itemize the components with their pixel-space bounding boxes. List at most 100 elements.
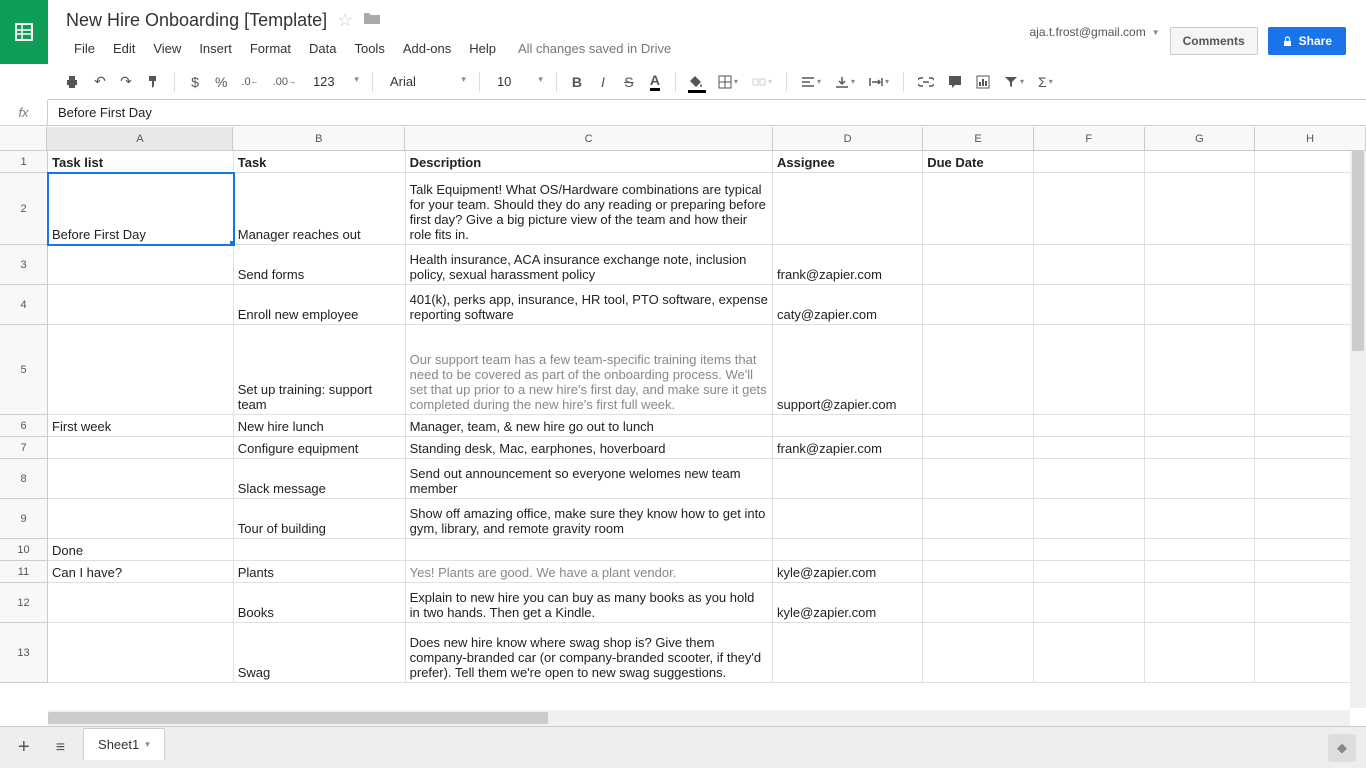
cell[interactable]: Health insurance, ACA insurance exchange… bbox=[406, 245, 773, 285]
redo-icon[interactable]: ↷ bbox=[114, 70, 138, 94]
cell[interactable] bbox=[1145, 173, 1256, 245]
row-header-8[interactable]: 8 bbox=[0, 459, 48, 499]
cell[interactable] bbox=[1034, 459, 1145, 499]
cell[interactable]: Plants bbox=[234, 561, 406, 583]
row-header-11[interactable]: 11 bbox=[0, 561, 48, 583]
cell[interactable]: Before First Day bbox=[48, 173, 234, 245]
paint-format-icon[interactable] bbox=[140, 70, 166, 94]
cell[interactable] bbox=[923, 499, 1034, 539]
menu-format[interactable]: Format bbox=[242, 37, 299, 60]
all-sheets-icon[interactable]: ≡ bbox=[48, 735, 73, 761]
sheet-tab[interactable]: Sheet1 bbox=[83, 728, 165, 760]
cell[interactable]: Enroll new employee bbox=[234, 285, 406, 325]
cell[interactable]: Talk Equipment! What OS/Hardware combina… bbox=[406, 173, 773, 245]
cell[interactable] bbox=[1145, 437, 1256, 459]
cell[interactable] bbox=[1034, 173, 1145, 245]
col-header-G[interactable]: G bbox=[1145, 127, 1256, 151]
cell[interactable]: Yes! Plants are good. We have a plant ve… bbox=[406, 561, 773, 583]
cell[interactable] bbox=[1034, 245, 1145, 285]
row-header-4[interactable]: 4 bbox=[0, 285, 48, 325]
cell[interactable]: Done bbox=[48, 539, 234, 561]
font-size-select[interactable]: 10 bbox=[488, 70, 548, 93]
row-header-6[interactable]: 6 bbox=[0, 415, 48, 437]
cell[interactable] bbox=[1145, 415, 1256, 437]
text-color-icon[interactable]: A bbox=[643, 70, 667, 94]
row-header-12[interactable]: 12 bbox=[0, 583, 48, 623]
cell[interactable]: Description bbox=[406, 151, 773, 173]
cell[interactable] bbox=[1034, 151, 1145, 173]
cell[interactable]: Show off amazing office, make sure they … bbox=[406, 499, 773, 539]
cell[interactable]: Books bbox=[234, 583, 406, 623]
row-header-3[interactable]: 3 bbox=[0, 245, 48, 285]
cell[interactable] bbox=[48, 623, 234, 683]
row-header-7[interactable]: 7 bbox=[0, 437, 48, 459]
select-all-corner[interactable] bbox=[0, 127, 47, 151]
cell[interactable]: Does new hire know where swag shop is? G… bbox=[406, 623, 773, 683]
decrease-decimal-icon[interactable]: .0← bbox=[235, 70, 264, 94]
cell[interactable] bbox=[1034, 561, 1145, 583]
cell[interactable]: Swag bbox=[234, 623, 406, 683]
cell[interactable] bbox=[923, 285, 1034, 325]
undo-icon[interactable]: ↶ bbox=[88, 70, 112, 94]
number-format-select[interactable]: 123 bbox=[304, 70, 364, 93]
col-header-B[interactable]: B bbox=[233, 127, 405, 151]
cell[interactable]: New hire lunch bbox=[234, 415, 406, 437]
menu-tools[interactable]: Tools bbox=[346, 37, 392, 60]
cell[interactable] bbox=[923, 539, 1034, 561]
cell[interactable] bbox=[773, 623, 923, 683]
row-header-10[interactable]: 10 bbox=[0, 539, 48, 561]
horizontal-align-icon[interactable]: ▾ bbox=[795, 70, 827, 94]
cell[interactable] bbox=[1145, 325, 1256, 415]
italic-icon[interactable]: I bbox=[591, 70, 615, 94]
menu-data[interactable]: Data bbox=[301, 37, 344, 60]
cell[interactable] bbox=[1034, 583, 1145, 623]
cell[interactable] bbox=[1145, 561, 1256, 583]
cell[interactable] bbox=[1034, 623, 1145, 683]
insert-chart-icon[interactable] bbox=[970, 70, 996, 94]
cell[interactable]: frank@zapier.com bbox=[773, 437, 923, 459]
vertical-align-icon[interactable]: ▾ bbox=[829, 70, 861, 94]
menu-insert[interactable]: Insert bbox=[191, 37, 240, 60]
cell[interactable]: Slack message bbox=[234, 459, 406, 499]
cell[interactable]: Set up training: support team bbox=[234, 325, 406, 415]
currency-icon[interactable]: $ bbox=[183, 70, 207, 94]
star-icon[interactable]: ☆ bbox=[337, 10, 353, 31]
bold-icon[interactable]: B bbox=[565, 70, 589, 94]
cell[interactable] bbox=[48, 285, 234, 325]
cell[interactable]: Task list bbox=[48, 151, 234, 173]
cell[interactable] bbox=[1145, 285, 1256, 325]
cell[interactable]: Standing desk, Mac, earphones, hoverboar… bbox=[406, 437, 773, 459]
strikethrough-icon[interactable]: S bbox=[617, 70, 641, 94]
vertical-scrollbar[interactable] bbox=[1350, 151, 1366, 708]
cell[interactable] bbox=[923, 325, 1034, 415]
document-title[interactable]: New Hire Onboarding [Template] bbox=[66, 10, 327, 31]
cell[interactable]: Send forms bbox=[234, 245, 406, 285]
functions-icon[interactable]: Σ▾ bbox=[1032, 70, 1059, 94]
row-header-9[interactable]: 9 bbox=[0, 499, 48, 539]
cell[interactable] bbox=[1145, 151, 1256, 173]
menu-help[interactable]: Help bbox=[461, 37, 504, 60]
cell[interactable] bbox=[923, 437, 1034, 459]
col-header-C[interactable]: C bbox=[405, 127, 773, 151]
cell[interactable] bbox=[923, 245, 1034, 285]
cell[interactable]: Manager, team, & new hire go out to lunc… bbox=[406, 415, 773, 437]
cell[interactable]: 401(k), perks app, insurance, HR tool, P… bbox=[406, 285, 773, 325]
cell[interactable]: caty@zapier.com bbox=[773, 285, 923, 325]
filter-icon[interactable]: ▾ bbox=[998, 70, 1030, 94]
cell[interactable] bbox=[773, 415, 923, 437]
cell[interactable]: Explain to new hire you can buy as many … bbox=[406, 583, 773, 623]
cell[interactable] bbox=[923, 459, 1034, 499]
formula-input[interactable]: Before First Day bbox=[48, 105, 1366, 120]
merge-cells-icon[interactable]: ▾ bbox=[746, 70, 778, 94]
cell[interactable] bbox=[1145, 583, 1256, 623]
add-sheet-icon[interactable]: + bbox=[10, 732, 38, 763]
cell[interactable]: First week bbox=[48, 415, 234, 437]
grid[interactable]: ABCDEFGH1Task listTaskDescriptionAssigne… bbox=[0, 127, 1366, 726]
cell[interactable] bbox=[48, 583, 234, 623]
menu-file[interactable]: File bbox=[66, 37, 103, 60]
cell[interactable] bbox=[1034, 285, 1145, 325]
cell[interactable]: kyle@zapier.com bbox=[773, 561, 923, 583]
print-icon[interactable] bbox=[58, 70, 86, 94]
horizontal-scrollbar[interactable] bbox=[48, 710, 1350, 726]
cell[interactable] bbox=[1034, 437, 1145, 459]
